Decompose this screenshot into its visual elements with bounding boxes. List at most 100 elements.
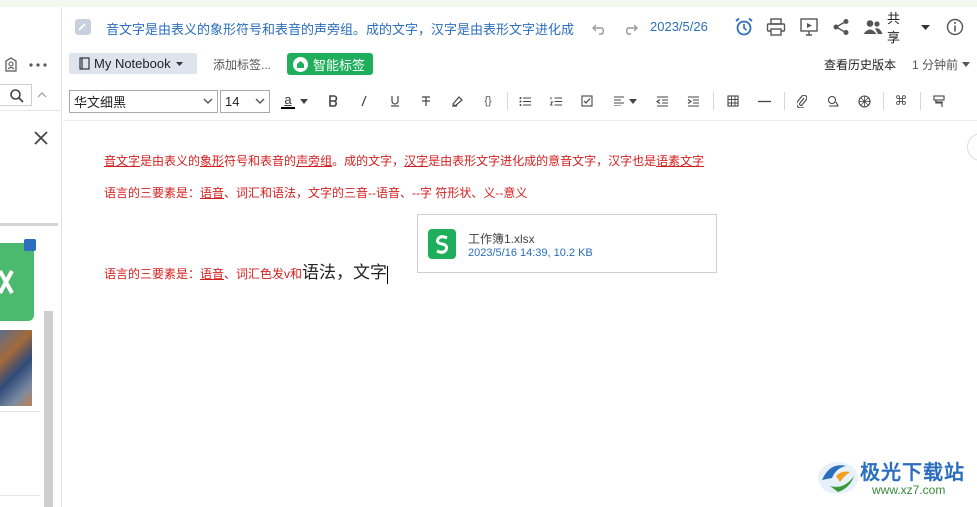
content-span: 语音: [200, 186, 225, 200]
note-title[interactable]: 音文字是由表义的象形符号和表音的声旁组。成的文字，汉字是由表形文字进化成: [106, 19, 574, 38]
attachment-file-name: 工作簿1.xlsx: [468, 232, 535, 246]
font-family-select[interactable]: 华文细黑: [69, 90, 218, 113]
image-insert-icon[interactable]: [824, 92, 842, 110]
contact-icon[interactable]: [2, 56, 20, 74]
command-icon[interactable]: ⌘: [892, 92, 910, 110]
chevron-up-icon[interactable]: [34, 87, 50, 103]
content-span: 、词汇色发v和: [224, 267, 303, 281]
time-ago-label: 1 分钟前: [912, 58, 959, 72]
close-icon[interactable]: [32, 129, 50, 147]
content-span: 语法，文字: [302, 263, 388, 282]
numbered-list-icon[interactable]: [547, 92, 565, 110]
highlighter-icon[interactable]: [448, 92, 466, 110]
print-icon[interactable]: [765, 16, 787, 38]
excel-thumbnail[interactable]: [0, 239, 38, 325]
toolbar-separator: [507, 92, 508, 110]
toolbar-separator: [883, 92, 884, 110]
image-thumbnail[interactable]: [0, 330, 32, 406]
caret-down-icon: [920, 20, 931, 34]
text-cursor: [387, 265, 389, 284]
notebook-icon: [77, 57, 91, 71]
toolbar-separator: [713, 92, 714, 110]
app-center-icon[interactable]: [855, 92, 873, 110]
scrollbar[interactable]: [44, 311, 53, 507]
content-span: 语音: [200, 267, 225, 281]
outdent-icon[interactable]: [653, 92, 671, 110]
font-color-glyph: a: [284, 91, 292, 107]
toolbar-separator: [784, 92, 785, 110]
content-span: 语素文字: [656, 154, 705, 168]
content-line-3[interactable]: 语言的三要素是：语音、词汇色发v和语法，文字: [104, 258, 389, 284]
underline-icon[interactable]: [386, 92, 404, 110]
content-line-2[interactable]: 语言的三要素是：语音、词汇和语法，文字的三音--语音、--字 符形状、义--意义: [104, 184, 527, 201]
share-button[interactable]: 共享: [863, 11, 931, 45]
content-line-1[interactable]: 音文字是由表义的象形符号和表音的声旁组。成的文字，汉字是由表形文字进化成的意音文…: [104, 152, 704, 169]
redo-icon[interactable]: [620, 18, 640, 38]
content-span: 是由表义的: [140, 154, 201, 168]
content-span: 汉字: [404, 154, 429, 168]
share-nodes-icon[interactable]: [830, 16, 852, 38]
watermark-url: www.xz7.com: [872, 483, 946, 497]
align-icon[interactable]: [610, 92, 628, 110]
side-panel-toggle[interactable]: [967, 133, 977, 161]
content-span: 声旁组: [296, 154, 333, 168]
font-color-button[interactable]: a: [280, 92, 296, 110]
content-span: 、词汇和语法，文字的三音--语音、--字 符形状、义--意义: [224, 186, 528, 200]
watermark-brand: 极光下载站: [860, 462, 965, 484]
content-span: 符号和表音的: [224, 154, 297, 168]
attachment-icon[interactable]: [793, 92, 811, 110]
divider: [0, 411, 40, 412]
font-size-select[interactable]: 14: [220, 90, 270, 113]
toolbar-divider: [63, 120, 977, 121]
note-date: 2023/5/26: [650, 19, 708, 34]
format-painter-icon[interactable]: [930, 92, 948, 110]
smart-tag-label: 智能标签: [313, 57, 366, 73]
content-span: 语言的三要素是：: [104, 267, 201, 281]
font-family-value: 华文细黑: [74, 95, 127, 110]
smart-tag-icon: [293, 56, 308, 72]
share-label: 共享: [887, 11, 901, 45]
bullet-list-icon[interactable]: [516, 92, 534, 110]
caret-down-icon: [300, 98, 308, 104]
users-icon: [863, 18, 883, 36]
chevron-down-icon: [203, 98, 213, 104]
font-color-dropdown[interactable]: [298, 92, 310, 110]
notebook-label: My Notebook: [94, 56, 171, 71]
chevron-down-icon: [255, 98, 265, 104]
caret-down-icon: [175, 59, 185, 69]
history-link[interactable]: 查看历史版本: [824, 56, 896, 73]
code-icon[interactable]: {}: [479, 92, 497, 110]
toolbar-separator: [920, 92, 921, 110]
content-span: 。成的文字，: [332, 154, 405, 168]
caret-down-icon: [962, 62, 971, 67]
content-span: 语言的三要素是：: [104, 186, 201, 200]
info-icon[interactable]: [944, 16, 966, 38]
strikethrough-icon[interactable]: [417, 92, 435, 110]
undo-icon[interactable]: [590, 18, 610, 38]
divider: [0, 495, 40, 496]
smart-tag-button[interactable]: 智能标签: [287, 53, 373, 75]
font-color-swatch: [281, 106, 295, 109]
horizontal-rule-icon[interactable]: [755, 92, 773, 110]
attachment-file-meta: 2023/5/16 14:39, 10.2 KB: [468, 247, 593, 259]
content-span: 是由表形文字进化成的意音文字，汉字也是: [428, 154, 657, 168]
search-box[interactable]: [0, 84, 32, 106]
checklist-icon[interactable]: [578, 92, 596, 110]
align-dropdown[interactable]: [627, 92, 639, 110]
present-icon[interactable]: [798, 16, 820, 38]
content-span: 音文字: [104, 154, 141, 168]
italic-icon[interactable]: [355, 92, 373, 110]
top-strip: [0, 0, 977, 7]
bold-icon[interactable]: [324, 92, 342, 110]
notebook-selector[interactable]: My Notebook: [69, 53, 197, 74]
font-size-value: 14: [225, 94, 240, 109]
spreadsheet-file-icon: [428, 229, 456, 259]
search-icon[interactable]: [8, 87, 26, 105]
alarm-clock-icon[interactable]: [733, 16, 755, 38]
attachment-card[interactable]: 工作簿1.xlsx 2023/5/16 14:39, 10.2 KB: [417, 214, 717, 273]
time-ago-dropdown[interactable]: 1 分钟前: [912, 56, 971, 73]
indent-icon[interactable]: [684, 92, 702, 110]
table-icon[interactable]: [724, 92, 742, 110]
add-tag-link[interactable]: 添加标签...: [213, 56, 271, 73]
more-icon[interactable]: [27, 56, 49, 74]
